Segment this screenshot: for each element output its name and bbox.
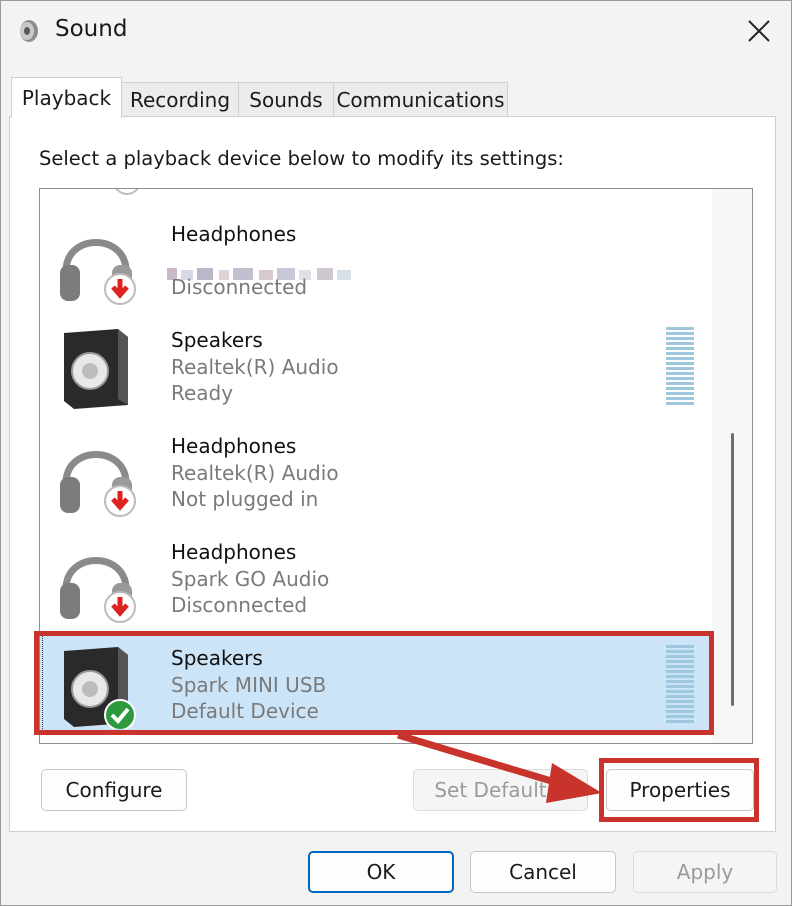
device-driver: Spark GO Audio [171, 567, 330, 591]
device-status: Disconnected [171, 593, 308, 617]
device-item-speakers-realtek[interactable]: Speakers Realtek(R) Audio Ready [40, 313, 712, 417]
sound-dialog: Sound Playback Recording Sounds Communic… [0, 0, 792, 906]
device-item-headphones-1[interactable]: Headphones Disconnected [40, 207, 712, 311]
annotation-arrow-icon [396, 731, 602, 803]
tab-recording[interactable]: Recording [121, 82, 239, 116]
dialog-footer: OK Cancel Apply [1, 832, 791, 905]
device-item-headphones-realtek[interactable]: Headphones Realtek(R) Audio Not plugged … [40, 419, 712, 523]
device-name: Headphones [171, 222, 297, 246]
highlight-properties-button [599, 758, 759, 822]
device-status: Ready [171, 381, 234, 405]
device-driver: Realtek(R) Audio [171, 355, 339, 379]
title-bar: Sound [1, 1, 791, 61]
tab-playback[interactable]: Playback [11, 77, 122, 118]
headphones-disconnected-icon [60, 239, 136, 305]
device-name: Headphones [171, 434, 297, 458]
headphones-disconnected-icon [60, 451, 136, 517]
window-title: Sound [55, 16, 128, 42]
close-button[interactable] [727, 1, 791, 61]
playback-panel: Select a playback device below to modify… [9, 116, 776, 832]
highlight-selected-device [34, 631, 714, 735]
partial-device-icon [115, 189, 139, 195]
tab-sounds[interactable]: Sounds [238, 82, 334, 116]
instructions-label: Select a playback device below to modify… [39, 147, 564, 170]
configure-button[interactable]: Configure [41, 769, 187, 811]
headphones-disconnected-icon [60, 557, 136, 623]
apply-button[interactable]: Apply [633, 851, 777, 893]
device-status: Disconnected [171, 275, 308, 299]
device-name: Speakers [171, 328, 263, 352]
scroll-thumb[interactable] [731, 433, 734, 706]
ok-button[interactable]: OK [308, 851, 454, 893]
cancel-button[interactable]: Cancel [470, 851, 616, 893]
speaker-icon [64, 329, 128, 409]
close-icon [748, 20, 770, 42]
device-status: Not plugged in [171, 487, 319, 511]
volume-meter [666, 327, 694, 405]
device-driver: Realtek(R) Audio [171, 461, 339, 485]
speaker-app-icon [20, 20, 38, 42]
device-name: Headphones [171, 540, 297, 564]
tab-communications[interactable]: Communications [333, 82, 508, 116]
device-item-headphones-spark-go[interactable]: Headphones Spark GO Audio Disconnected [40, 525, 712, 629]
device-list-scrollbar[interactable] [712, 189, 752, 743]
